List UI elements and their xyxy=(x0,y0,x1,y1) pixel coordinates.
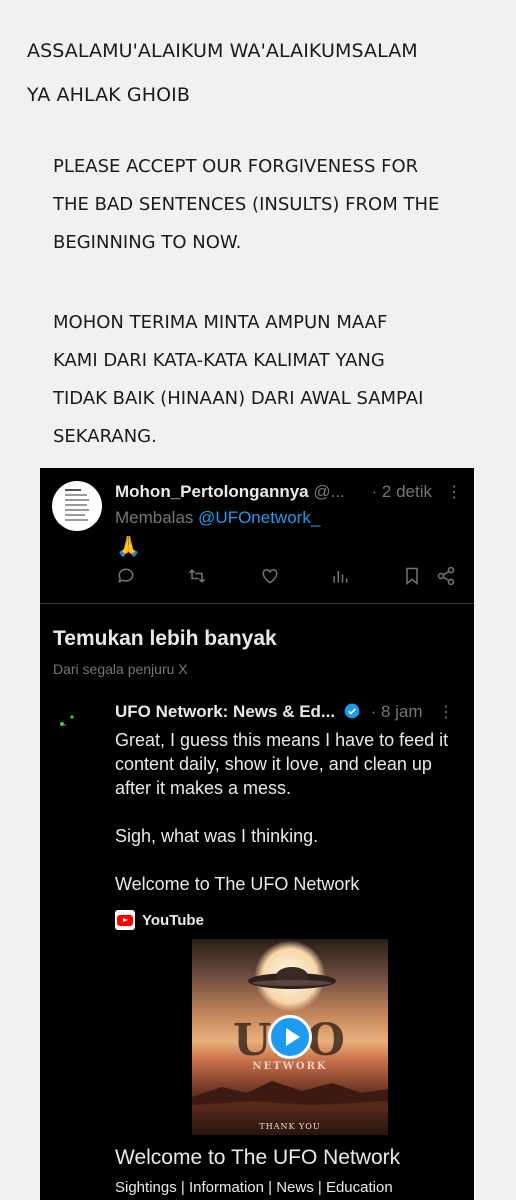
avatar[interactable] xyxy=(52,481,102,531)
source-label: YouTube xyxy=(142,911,204,929)
more-icon[interactable]: ⋮ xyxy=(438,702,454,722)
ufo-avatar-icon[interactable] xyxy=(56,710,84,730)
card-title[interactable]: Welcome to The UFO Network xyxy=(115,1146,400,1170)
thumbnail-footer: THANK YOU xyxy=(259,1122,321,1131)
message-line: BEGINNING TO NOW. xyxy=(53,232,242,253)
display-name[interactable]: UFO Network: News & Ed... xyxy=(115,702,335,721)
replying-to-label: Membalas xyxy=(115,508,194,527)
share-icon[interactable] xyxy=(436,566,460,590)
greeting-line-2: YA AHLAK GHOIB xyxy=(27,84,190,106)
card-subtitle: Sightings | Information | News | Educati… xyxy=(115,1179,393,1196)
replying-to: Membalas @UFOnetwork_ xyxy=(115,508,320,528)
message-indonesian: MOHON TERIMA MINTA AMPUN MAAF KAMI DARI … xyxy=(53,304,496,456)
tweet-paragraph: Welcome to The UFO Network xyxy=(115,874,360,894)
tweet-paragraph: Great, I guess this means I have to feed… xyxy=(115,730,449,798)
tweet-paragraph: Sigh, what was I thinking. xyxy=(115,826,319,846)
message-line: MOHON TERIMA MINTA AMPUN MAAF xyxy=(53,312,388,333)
reply-icon[interactable] xyxy=(116,566,140,590)
ufo-image xyxy=(248,967,336,989)
tweet-screenshot: Mohon_Pertolongannya @... · 2 detik ⋮ Me… xyxy=(40,468,474,1200)
bookmark-icon[interactable] xyxy=(402,566,426,590)
action-bar xyxy=(110,566,460,590)
play-button[interactable] xyxy=(268,1015,312,1059)
verified-badge-icon xyxy=(344,703,360,719)
message-line: KAMI DARI KATA-KATA KALIMAT YANG xyxy=(53,350,385,371)
video-thumbnail[interactable]: UFO NETWORK THANK YOU xyxy=(192,939,388,1135)
reply-tweet[interactable]: Mohon_Pertolongannya @... · 2 detik ⋮ Me… xyxy=(40,468,474,604)
reply-text: 🙏 xyxy=(116,536,141,558)
tweet-text: Great, I guess this means I have to feed… xyxy=(115,728,465,920)
reply-header: Mohon_Pertolongannya @... · 2 detik ⋮ xyxy=(115,482,462,502)
explore-subtitle: Dari segala penjuru X xyxy=(53,661,188,677)
display-name[interactable]: Mohon_Pertolongannya xyxy=(115,482,309,501)
retweet-icon[interactable] xyxy=(187,566,211,590)
message-english: PLEASE ACCEPT OUR FORGIVENESS FOR THE BA… xyxy=(53,148,496,262)
greeting-line-1: ASSALAMU'ALAIKUM WA'ALAIKUMSALAM xyxy=(27,40,418,62)
youtube-icon xyxy=(115,910,135,930)
explore-title: Temukan lebih banyak xyxy=(53,627,277,650)
message-line: SEKARANG. xyxy=(53,426,157,447)
ufo-header: UFO Network: News & Ed... · 8 jam ⋮ xyxy=(115,702,462,722)
timestamp[interactable]: · 2 detik xyxy=(372,482,432,502)
message-line: THE BAD SENTENCES (INSULTS) FROM THE xyxy=(53,194,440,215)
greeting-block: ASSALAMU'ALAIKUM WA'ALAIKUMSALAM YA AHLA… xyxy=(27,38,506,109)
like-icon[interactable] xyxy=(260,566,284,590)
more-icon[interactable]: ⋮ xyxy=(446,482,462,502)
user-handle[interactable]: @... xyxy=(313,482,344,501)
message-line: TIDAK BAIK (HINAAN) DARI AWAL SAMPAI xyxy=(53,388,424,409)
mention-link[interactable]: @UFOnetwork_ xyxy=(198,508,320,527)
timestamp[interactable]: · 8 jam xyxy=(371,702,423,721)
link-source[interactable]: YouTube xyxy=(115,910,204,930)
message-line: PLEASE ACCEPT OUR FORGIVENESS FOR xyxy=(53,156,419,177)
views-icon[interactable] xyxy=(330,566,354,590)
